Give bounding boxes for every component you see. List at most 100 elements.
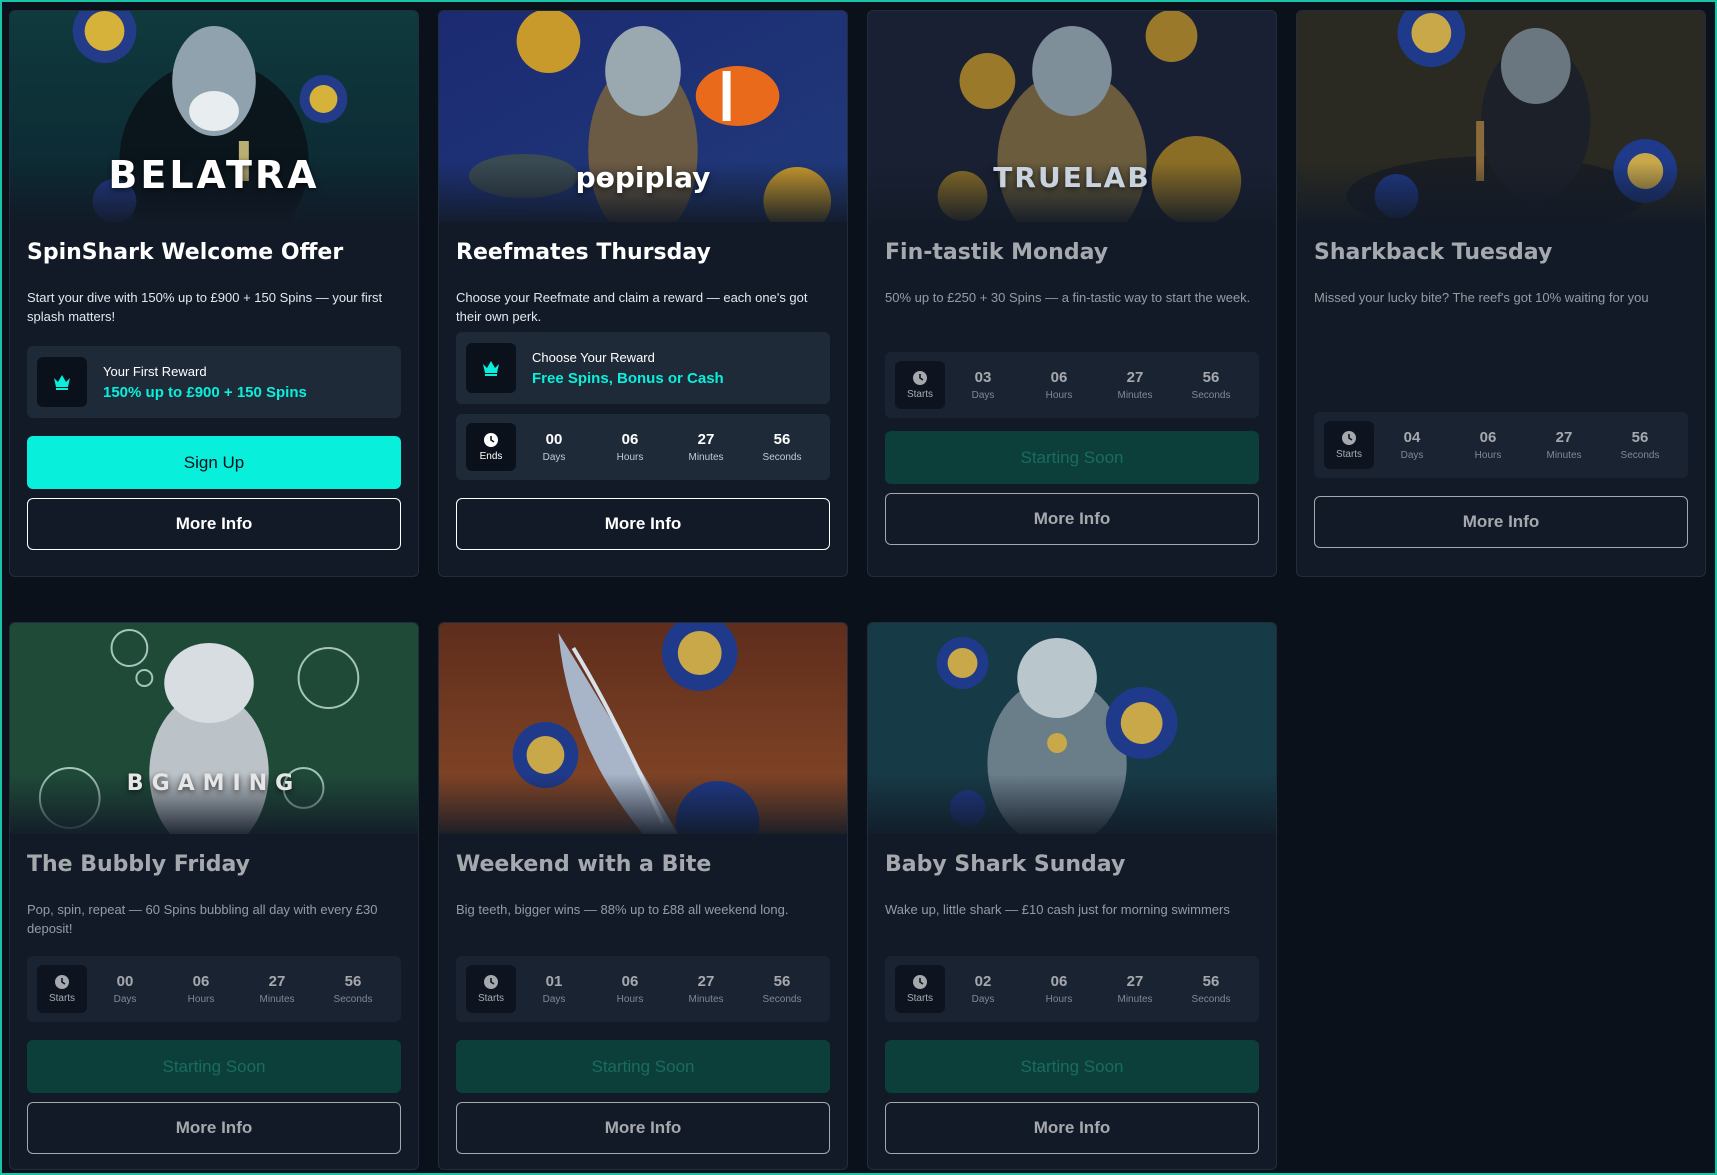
countdown-days: 03 xyxy=(974,369,992,386)
countdown-seconds: 56 xyxy=(1202,369,1220,386)
countdown-hours: 06 xyxy=(1050,369,1068,386)
countdown-seconds: 56 xyxy=(1202,973,1220,990)
countdown-label: Ends xyxy=(479,451,503,462)
promo-description: Big teeth, bigger wins — 88% up to £88 a… xyxy=(456,902,789,917)
promo-description: Missed your lucky bite? The reef's got 1… xyxy=(1314,290,1649,305)
days-label: Days xyxy=(113,994,137,1005)
minutes-label: Minutes xyxy=(688,994,724,1005)
countdown-seconds: 56 xyxy=(1631,429,1649,446)
hours-label: Hours xyxy=(616,452,644,463)
countdown-timer: Ends 00 Days 06 Hours 27 Minutes 56 Seconds xyxy=(456,414,830,480)
countdown-hours: 06 xyxy=(1050,973,1068,990)
promo-card-weekend-with-a-bite: Weekend with a Bite Big teeth, bigger wi… xyxy=(438,622,848,1170)
countdown-hours: 06 xyxy=(621,973,639,990)
crown-icon xyxy=(37,357,87,407)
clock-icon: Starts xyxy=(37,965,87,1013)
promo-title: Sharkback Tuesday xyxy=(1314,240,1553,265)
countdown-days: 04 xyxy=(1403,429,1421,446)
provider-logo: BGAMING xyxy=(126,771,302,796)
minutes-label: Minutes xyxy=(1117,390,1153,401)
provider-logo: TRUELAB xyxy=(993,161,1151,194)
promo-title: The Bubbly Friday xyxy=(27,852,250,877)
promo-hero-image xyxy=(868,623,1276,834)
days-label: Days xyxy=(971,994,995,1005)
starting-soon-button: Starting Soon xyxy=(456,1040,830,1093)
countdown-minutes: 27 xyxy=(1126,369,1144,386)
promo-title: SpinShark Welcome Offer xyxy=(27,240,344,265)
clock-icon: Starts xyxy=(895,965,945,1013)
promo-card-fintastik-monday: TRUELAB Fin-tastik Monday 50% up to £250… xyxy=(867,10,1277,577)
more-info-button[interactable]: More Info xyxy=(456,1102,830,1154)
seconds-label: Seconds xyxy=(762,994,802,1005)
hours-label: Hours xyxy=(616,994,644,1005)
days-label: Days xyxy=(1400,450,1424,461)
countdown-minutes: 27 xyxy=(1555,429,1573,446)
seconds-label: Seconds xyxy=(762,452,802,463)
promo-hero-image xyxy=(1297,11,1705,222)
countdown-label: Starts xyxy=(1335,449,1363,460)
countdown-days: 01 xyxy=(545,973,563,990)
minutes-label: Minutes xyxy=(1546,450,1582,461)
minutes-label: Minutes xyxy=(1117,994,1153,1005)
hours-label: Hours xyxy=(187,994,215,1005)
promo-description: Start your dive with 150% up to £900 + 1… xyxy=(27,290,383,324)
promo-hero-image: BELATRA xyxy=(10,11,418,222)
countdown-hours: 06 xyxy=(192,973,210,990)
countdown-minutes: 27 xyxy=(697,431,715,448)
countdown-days: 02 xyxy=(974,973,992,990)
hours-label: Hours xyxy=(1474,450,1502,461)
countdown-hours: 06 xyxy=(621,431,639,448)
crown-icon xyxy=(466,343,516,393)
promo-title: Fin-tastik Monday xyxy=(885,240,1109,265)
countdown-timer: Starts 04 Days 06 Hours 27 Minutes 56 Second… xyxy=(1314,412,1688,478)
promo-card-welcome-offer: BELATRA SpinShark Welcome Offer Start yo… xyxy=(9,10,419,577)
more-info-button[interactable]: More Info xyxy=(456,498,830,550)
days-label: Days xyxy=(542,452,566,463)
countdown-timer: Starts 00 Days 06 Hours 27 Minutes 56 Second… xyxy=(27,956,401,1022)
countdown-minutes: 27 xyxy=(1126,973,1144,990)
countdown-seconds: 56 xyxy=(773,431,791,448)
countdown-days: 00 xyxy=(116,973,134,990)
reward-label: Your First Reward xyxy=(103,363,207,379)
seconds-label: Seconds xyxy=(333,994,373,1005)
countdown-minutes: 27 xyxy=(697,973,715,990)
days-label: Days xyxy=(971,390,995,401)
countdown-days: 00 xyxy=(545,431,563,448)
promo-card-reefmates-thursday: pɵpiplay Reefmates Thursday Choose your … xyxy=(438,10,848,577)
more-info-button[interactable]: More Info xyxy=(885,1102,1259,1154)
more-info-button[interactable]: More Info xyxy=(1314,496,1688,548)
provider-logo: BELATRA xyxy=(108,153,320,197)
seconds-label: Seconds xyxy=(1191,390,1231,401)
promo-title: Baby Shark Sunday xyxy=(885,852,1126,877)
countdown-label: Starts xyxy=(48,993,76,1004)
clock-icon: Starts xyxy=(466,965,516,1013)
countdown-timer: Starts 03 Days 06 Hours 27 Minutes 56 Second… xyxy=(885,352,1259,418)
promo-title: Weekend with a Bite xyxy=(456,852,712,877)
sign-up-button[interactable]: Sign Up xyxy=(27,436,401,489)
promo-hero-image xyxy=(439,623,847,834)
promo-hero-image: BGAMING xyxy=(10,623,418,834)
seconds-label: Seconds xyxy=(1620,450,1660,461)
promo-card-baby-shark-sunday: Baby Shark Sunday Wake up, little shark … xyxy=(867,622,1277,1170)
more-info-button[interactable]: More Info xyxy=(885,493,1259,545)
countdown-minutes: 27 xyxy=(268,973,286,990)
starting-soon-button: Starting Soon xyxy=(27,1040,401,1093)
countdown-seconds: 56 xyxy=(773,973,791,990)
minutes-label: Minutes xyxy=(259,994,295,1005)
clock-icon: Ends xyxy=(466,423,516,471)
promotions-grid: BELATRA SpinShark Welcome Offer Start yo… xyxy=(9,10,1709,1170)
clock-icon: Starts xyxy=(1324,421,1374,469)
more-info-button[interactable]: More Info xyxy=(27,498,401,550)
promo-title: Reefmates Thursday xyxy=(456,240,711,265)
countdown-timer: Starts 01 Days 06 Hours 27 Minutes 56 Second… xyxy=(456,956,830,1022)
more-info-button[interactable]: More Info xyxy=(27,1102,401,1154)
countdown-label: Starts xyxy=(906,993,934,1004)
reward-value: Free Spins, Bonus or Cash xyxy=(532,369,724,387)
promo-description: Choose your Reefmate and claim a reward … xyxy=(456,290,808,324)
countdown-timer: Starts 02 Days 06 Hours 27 Minutes 56 Second… xyxy=(885,956,1259,1022)
clock-icon: Starts xyxy=(895,361,945,409)
reward-panel: Your First Reward 150% up to £900 + 150 … xyxy=(27,346,401,418)
countdown-label: Starts xyxy=(477,993,505,1004)
hours-label: Hours xyxy=(1045,390,1073,401)
seconds-label: Seconds xyxy=(1191,994,1231,1005)
